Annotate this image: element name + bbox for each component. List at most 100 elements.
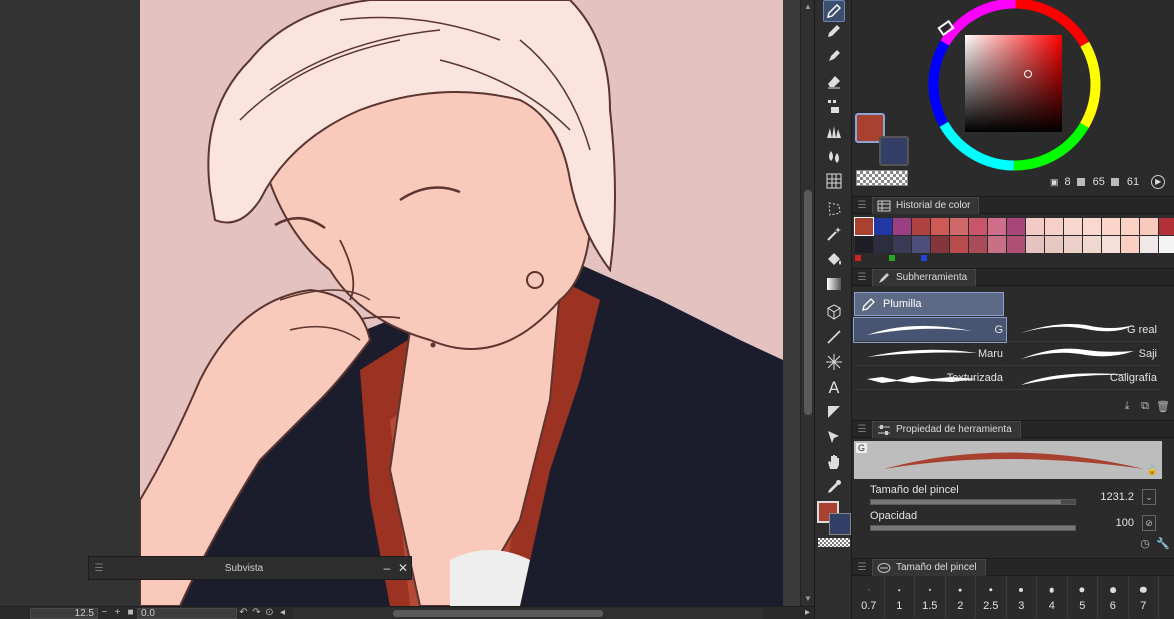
color-history-swatch[interactable] (1159, 236, 1174, 253)
brush-size-value[interactable]: 1231.2 (1100, 491, 1134, 503)
tab-subtool[interactable]: Subherramienta (872, 268, 977, 286)
color-history-swatch[interactable] (874, 236, 892, 253)
zoom-in-button[interactable]: + (111, 607, 124, 619)
pen-icon[interactable] (823, 0, 845, 22)
transparent-color-swatch[interactable] (856, 170, 908, 186)
color-history-swatch[interactable] (1140, 236, 1158, 253)
grip-icon[interactable]: ☰ (852, 272, 872, 283)
color-history-swatch[interactable] (969, 236, 987, 253)
clock-icon[interactable]: ◷ (1138, 536, 1152, 550)
color-history-swatch[interactable] (1140, 218, 1158, 235)
marker-icon[interactable] (823, 45, 845, 67)
color-history-swatch[interactable] (1102, 218, 1120, 235)
pencil-icon[interactable] (823, 20, 845, 42)
scroll-down-icon[interactable]: ▼ (803, 594, 813, 604)
color-history-swatch[interactable] (1007, 218, 1025, 235)
h-scroll-thumb[interactable] (393, 609, 603, 617)
color-history-swatch[interactable] (874, 218, 892, 235)
brush-size-preset[interactable]: 1 (885, 576, 915, 618)
rotation-field[interactable]: 0.0 (137, 607, 237, 619)
lock-icon[interactable]: 🔓 (1147, 465, 1158, 476)
zoom-out-button[interactable]: − (98, 607, 111, 619)
toolbar-sub-color[interactable] (829, 513, 851, 535)
zoom-field[interactable]: 12.5 (30, 607, 98, 619)
hsv-mode-icon[interactable]: ▣ (1050, 177, 1059, 188)
opacity-value[interactable]: 100 (1116, 517, 1134, 529)
rotate-left-icon[interactable]: ↶ (237, 607, 250, 619)
wrench-icon[interactable]: 🔧 (1156, 536, 1170, 550)
brush-size-preset[interactable]: 5 (1068, 576, 1098, 618)
brush-size-preset[interactable]: 4 (1037, 576, 1068, 618)
color-history-swatch[interactable] (912, 218, 930, 235)
brush-item[interactable]: Saji (1008, 342, 1160, 366)
color-history-swatch[interactable] (893, 236, 911, 253)
color-history-swatch[interactable] (855, 236, 873, 253)
scroll-right-icon[interactable]: ▸ (801, 607, 814, 619)
grip-icon[interactable]: ☰ (852, 200, 872, 211)
eyedropper-icon[interactable] (823, 476, 845, 498)
magic-wand-icon[interactable] (823, 223, 845, 245)
tab-tool-property[interactable]: Propiedad de herramienta (872, 420, 1021, 438)
grip-icon[interactable]: ☰ (89, 563, 109, 574)
eraser-icon[interactable] (823, 70, 845, 92)
color-history-swatch[interactable] (1121, 236, 1139, 253)
color-history-swatch[interactable] (893, 218, 911, 235)
opacity-spinner[interactable]: ⊘ (1142, 515, 1156, 531)
brush-size-preset[interactable]: 1.5 (915, 576, 946, 618)
color-history-swatch[interactable] (1064, 236, 1082, 253)
color-history-swatch[interactable] (1045, 236, 1063, 253)
brush-size-preset[interactable]: 3 (1007, 576, 1037, 618)
rotate-right-icon[interactable]: ↷ (250, 607, 263, 619)
fill-icon[interactable] (823, 248, 845, 270)
grid-icon[interactable] (823, 170, 845, 192)
fit-icon[interactable]: ■ (124, 607, 137, 619)
scroll-thumb[interactable] (804, 190, 812, 415)
color-history-swatch[interactable] (1159, 218, 1174, 235)
operation-icon[interactable] (823, 426, 845, 448)
scroll-left-icon[interactable]: ◂ (276, 607, 289, 619)
color-history-swatch[interactable] (969, 218, 987, 235)
brush-item[interactable]: G real (1008, 318, 1160, 342)
color-history-swatch[interactable] (1026, 218, 1044, 235)
duplicate-icon[interactable]: ⧉ (1138, 399, 1152, 413)
color-history-swatch[interactable] (988, 218, 1006, 235)
grip-icon[interactable]: ☰ (852, 424, 872, 435)
grip-icon[interactable]: ☰ (852, 562, 872, 573)
grass-icon[interactable] (823, 120, 845, 142)
scroll-up-icon[interactable]: ▲ (803, 2, 813, 12)
reset-rotation-icon[interactable]: ⊙ (263, 607, 276, 619)
color-history-swatch[interactable] (854, 217, 874, 236)
color-history-swatch[interactable] (1121, 218, 1139, 235)
canvas-area[interactable] (0, 0, 800, 606)
subvista-window[interactable]: ☰ Subvista – ✕ (88, 556, 412, 580)
brush-size-preset[interactable]: 7 (1129, 576, 1159, 618)
tab-brush-size[interactable]: Tamaño del pincel (872, 558, 986, 576)
color-history-swatch[interactable] (988, 236, 1006, 253)
line-icon[interactable] (823, 326, 845, 348)
subtool-group-button[interactable]: Plumilla (854, 292, 1004, 316)
text-icon[interactable]: A (823, 376, 845, 398)
color-history-swatch[interactable] (912, 236, 930, 253)
color-history-swatch[interactable] (1045, 218, 1063, 235)
color-history-swatch[interactable] (1102, 236, 1120, 253)
color-wheel[interactable] (922, 0, 1107, 177)
blend-icon[interactable] (823, 145, 845, 167)
brush-item[interactable]: Maru (854, 342, 1006, 366)
brush-size-preset[interactable]: 6 (1098, 576, 1129, 618)
canvas-vertical-scrollbar[interactable]: ▲ ▼ (800, 0, 814, 606)
sub-color-swatch[interactable] (879, 136, 909, 166)
brush-size-preset[interactable]: 2 (946, 576, 976, 618)
lasso-icon[interactable] (823, 198, 845, 220)
import-icon[interactable]: ⤓ (1120, 399, 1134, 413)
toolbar-transparent-swatch[interactable] (818, 538, 850, 547)
color-history-swatch[interactable] (931, 236, 949, 253)
brush-size-spinner[interactable]: ⌄ (1142, 489, 1156, 505)
hand-icon[interactable] (823, 451, 845, 473)
brush-item[interactable]: G (853, 317, 1007, 343)
close-button[interactable]: ✕ (395, 561, 411, 575)
brush-size-preset[interactable]: 0.7 (854, 576, 885, 618)
color-history-swatch[interactable] (1083, 218, 1101, 235)
color-history-swatch[interactable] (950, 236, 968, 253)
brush-item[interactable]: Caligrafía (1008, 366, 1160, 390)
color-history-swatch[interactable] (1026, 236, 1044, 253)
